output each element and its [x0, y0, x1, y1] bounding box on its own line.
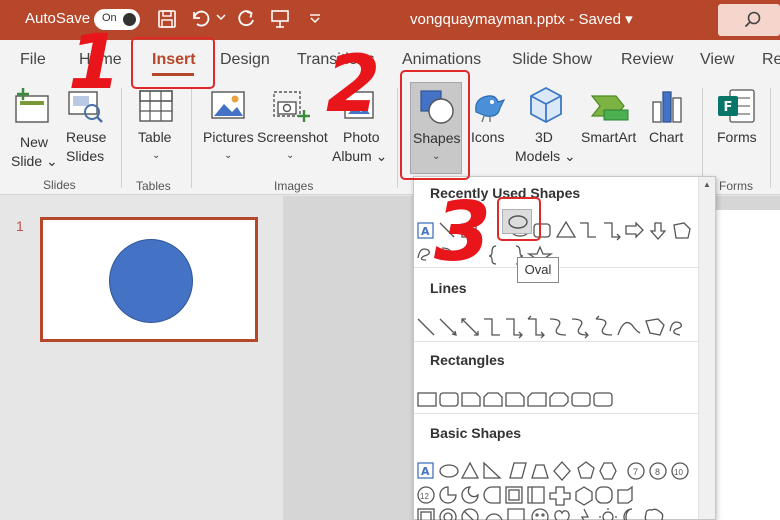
tab-design[interactable]: Design [220, 51, 270, 69]
section-rectangles: Rectangles [430, 352, 505, 368]
screenshot-icon[interactable] [272, 90, 314, 129]
document-title: vongquaymayman.pptx - Saved ▾ [410, 11, 633, 28]
forms-label[interactable]: Forms [717, 128, 757, 147]
undo-dropdown-icon[interactable] [216, 13, 226, 21]
smartart-label[interactable]: SmartArt [581, 128, 636, 147]
annotation-step-1: 1 [68, 17, 121, 106]
group-separator [770, 88, 771, 188]
group-separator [191, 88, 192, 188]
tab-file[interactable]: File [20, 51, 46, 69]
annotation-step-2: 2 [326, 40, 381, 130]
reuse-slides-label[interactable]: Reuse [66, 128, 106, 147]
new-slide-icon[interactable] [13, 86, 53, 129]
chevron-down-icon[interactable]: ⌄ [224, 150, 232, 161]
powerpoint-window: AutoSave On vongquaymayman.pptx - Saved … [0, 0, 780, 520]
slide-canvas[interactable] [708, 210, 780, 520]
pictures-label[interactable]: Pictures [203, 128, 254, 147]
present-from-start-icon[interactable] [270, 9, 290, 29]
chevron-down-icon[interactable]: ⌄ [286, 150, 294, 161]
oval-shape [109, 239, 193, 323]
toggle-knob [123, 13, 136, 26]
tab-review[interactable]: Review [621, 51, 673, 69]
group-separator [702, 88, 703, 188]
3d-models-label[interactable]: 3D [535, 128, 553, 147]
undo-icon[interactable] [190, 9, 212, 29]
group-images: Images [274, 179, 314, 193]
annotation-insert-highlight [131, 37, 215, 89]
annotation-step-3: 3 [434, 185, 492, 280]
reuse-slides-label-2[interactable]: Slides [66, 147, 104, 166]
tab-animations[interactable]: Animations [402, 51, 481, 69]
tab-slide-show[interactable]: Slide Show [512, 51, 592, 69]
table-icon[interactable] [138, 89, 174, 128]
chart-icon[interactable] [651, 88, 683, 129]
photo-album-label[interactable]: Photo [343, 128, 380, 147]
annotation-oval-highlight [497, 197, 541, 241]
basic-shapes-row-3[interactable] [414, 497, 700, 520]
section-divider [414, 413, 700, 414]
chevron-down-icon[interactable]: ⌄ [152, 150, 160, 161]
customize-toolbar-icon[interactable] [309, 14, 321, 24]
section-divider [414, 341, 700, 342]
group-forms: Forms [719, 179, 753, 193]
group-separator [121, 88, 122, 188]
photo-album-label-2[interactable]: Album ⌄ [332, 147, 387, 166]
search-icon [744, 11, 761, 28]
annotation-shapes-highlight [400, 70, 470, 180]
redo-icon[interactable] [236, 9, 256, 29]
group-tables: Tables [136, 179, 171, 193]
icons-icon[interactable] [470, 88, 506, 129]
gallery-scrollbar[interactable]: ▲ [698, 177, 715, 519]
3d-models-label-2[interactable]: Models ⌄ [515, 147, 576, 166]
group-separator [397, 88, 398, 188]
svg-text:F: F [724, 100, 733, 115]
screenshot-label[interactable]: Screenshot [257, 128, 328, 147]
forms-icon[interactable]: F [716, 88, 756, 129]
chart-label[interactable]: Chart [649, 128, 683, 147]
group-slides: Slides [43, 178, 76, 192]
3d-models-icon[interactable] [528, 86, 564, 129]
icons-label[interactable]: Icons [471, 128, 504, 147]
slide-number: 1 [16, 218, 24, 234]
tab-record[interactable]: Re [762, 51, 780, 69]
table-label[interactable]: Table [138, 128, 171, 147]
save-icon[interactable] [157, 9, 177, 29]
new-slide-label[interactable]: New [20, 133, 48, 152]
tab-view[interactable]: View [700, 51, 734, 69]
scroll-up-icon[interactable]: ▲ [703, 180, 711, 189]
search-button[interactable] [718, 4, 780, 36]
pictures-icon[interactable] [210, 90, 246, 127]
smartart-icon[interactable] [590, 92, 630, 127]
slide-thumbnail[interactable] [40, 217, 258, 342]
section-lines: Lines [430, 280, 467, 296]
section-basic-shapes: Basic Shapes [430, 425, 522, 441]
rectangles-shapes-row[interactable] [414, 380, 700, 420]
oval-tooltip: Oval [517, 257, 559, 283]
new-slide-label-2[interactable]: Slide ⌄ [11, 152, 58, 171]
